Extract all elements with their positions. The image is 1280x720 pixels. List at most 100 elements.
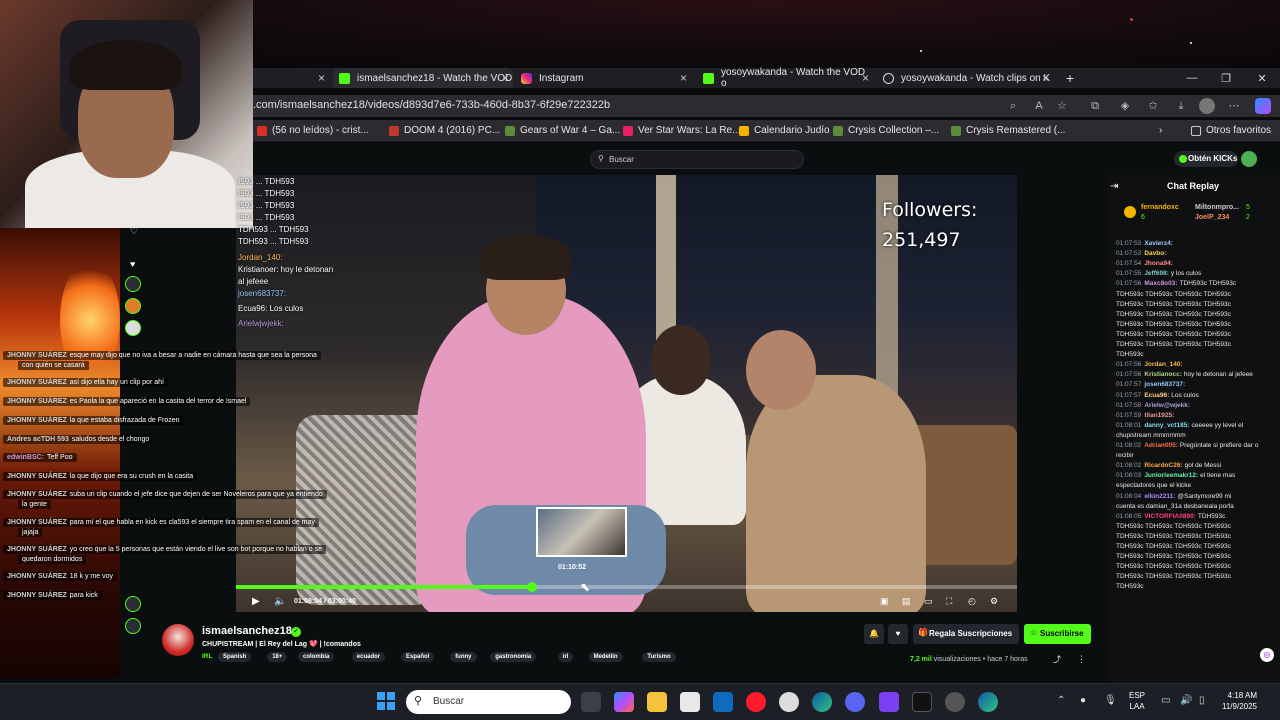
stream-tag[interactable]: irl: [557, 652, 574, 662]
play-icon[interactable]: ▶: [252, 596, 260, 607]
tab-yosoywakanda-clips[interactable]: yosoywakanda - Watch clips on K ×: [877, 68, 1053, 88]
stream-tag[interactable]: funny: [450, 652, 477, 662]
copilot-icon[interactable]: [1255, 98, 1271, 114]
user-avatar[interactable]: [1241, 151, 1257, 167]
channel-avatar[interactable]: [125, 320, 141, 336]
notification-bell-button[interactable]: 🔔: [864, 624, 884, 644]
speed-icon[interactable]: ◴: [968, 596, 976, 607]
bookmark-item[interactable]: Calendario Judío: [739, 125, 830, 136]
heart-icon[interactable]: ♥: [130, 259, 135, 269]
stream-category[interactable]: IRL: [202, 653, 212, 660]
leaderboard-user[interactable]: fernandoxc: [1141, 204, 1179, 211]
chat-emote-icon[interactable]: ◎: [1260, 648, 1274, 662]
chat-username[interactable]: Jhona94:: [1144, 260, 1173, 267]
bookmark-item[interactable]: (56 no leídos) - crist...: [257, 125, 369, 136]
store-icon[interactable]: [680, 692, 700, 712]
close-icon[interactable]: ×: [680, 71, 687, 85]
channel-avatar[interactable]: [162, 624, 194, 656]
leaderboard-user[interactable]: Miltonmpro...: [1195, 204, 1239, 211]
chat-username[interactable]: Jordan_140:: [1144, 361, 1182, 368]
bookmarks-overflow-button[interactable]: ›: [1159, 125, 1162, 136]
chat-username[interactable]: Arielw@wjekk:: [1144, 402, 1190, 409]
stream-tag[interactable]: colombia: [298, 652, 335, 662]
tab-instagram[interactable]: Instagram ×: [515, 68, 691, 88]
volume-icon[interactable]: 🔊: [1180, 695, 1192, 706]
collapse-chat-icon[interactable]: ⇥: [1110, 181, 1118, 192]
outlook-icon[interactable]: [713, 692, 733, 712]
network-icon[interactable]: ▭: [1161, 695, 1170, 706]
bookmark-item[interactable]: Crysis Collection –...: [833, 125, 939, 136]
chat-username[interactable]: danny_vct185:: [1144, 422, 1189, 429]
extensions-icon[interactable]: ⧉: [1087, 98, 1103, 114]
profile-avatar[interactable]: [1199, 98, 1215, 114]
discord-icon[interactable]: [845, 692, 865, 712]
stream-tag[interactable]: Español: [401, 652, 435, 662]
share-icon[interactable]: ⤴: [1053, 654, 1061, 665]
opera-icon[interactable]: [746, 692, 766, 712]
volume-icon[interactable]: 🔈: [274, 596, 286, 607]
follow-heart-button[interactable]: ♥: [888, 624, 908, 644]
close-icon[interactable]: ×: [862, 71, 869, 85]
bookmark-item[interactable]: Gears of War 4 – Ga...: [505, 125, 620, 136]
fullscreen-icon[interactable]: ⛶: [946, 596, 952, 607]
chat-username[interactable]: RicardoC26:: [1144, 462, 1182, 469]
media-app-icon[interactable]: [879, 692, 899, 712]
close-icon[interactable]: ×: [318, 71, 325, 85]
channel-avatar[interactable]: [125, 276, 141, 292]
chat-username[interactable]: elkin2211:: [1144, 493, 1175, 500]
favorite-star-icon[interactable]: ☆: [1054, 98, 1070, 114]
bookmark-item[interactable]: DOOM 4 (2016) PC...: [389, 125, 500, 136]
tray-app-icon[interactable]: ●: [1080, 695, 1086, 706]
settings-gear-icon[interactable]: [945, 692, 965, 712]
taskbar-clock[interactable]: 4:18 AM 11/9/2025: [1222, 690, 1257, 712]
clip-icon[interactable]: ▤: [902, 596, 911, 607]
close-icon[interactable]: ×: [502, 71, 509, 85]
battery-icon[interactable]: ▯: [1199, 695, 1205, 706]
chat-username[interactable]: tilan1925:: [1144, 412, 1174, 419]
chrome-icon[interactable]: [779, 692, 799, 712]
stream-tag[interactable]: Turismo: [642, 652, 676, 662]
zoom-icon[interactable]: ⌕: [1005, 98, 1021, 114]
stream-tag[interactable]: Medellín: [588, 652, 623, 662]
chat-username[interactable]: VICTORFIA0890:: [1144, 513, 1196, 520]
chevron-up-icon[interactable]: ⌃: [1057, 695, 1065, 706]
shield-icon[interactable]: ◈: [1117, 98, 1133, 114]
file-explorer-icon[interactable]: [647, 692, 667, 712]
capcut-icon[interactable]: [912, 692, 932, 712]
favorites-icon[interactable]: ✩: [1145, 98, 1161, 114]
settings-gear-icon[interactable]: ⚙: [990, 596, 998, 607]
close-icon[interactable]: ×: [1042, 71, 1049, 85]
theater-icon[interactable]: ▭: [924, 596, 933, 607]
tab-ismaelsanchez18[interactable]: ismaelsanchez18 - Watch the VOD ×: [333, 68, 513, 88]
copilot-icon[interactable]: [614, 692, 634, 712]
chat-username[interactable]: Xavierz4:: [1144, 240, 1173, 247]
more-options-icon[interactable]: ⋮: [1077, 654, 1086, 665]
bookmark-item[interactable]: Crysis Remastered (...: [951, 125, 1065, 136]
minimize-button[interactable]: —: [1175, 68, 1209, 88]
channel-name[interactable]: ismaelsanchez18: [202, 625, 292, 637]
edge-icon[interactable]: [812, 692, 832, 712]
tab-previous[interactable]: ×: [253, 68, 329, 88]
more-menu-icon[interactable]: ⋯: [1226, 98, 1242, 114]
windows-start-button[interactable]: [377, 692, 395, 710]
stream-tag[interactable]: Spanish: [218, 652, 252, 662]
stream-tag[interactable]: ecuador: [351, 652, 386, 662]
tab-yosoywakanda-vod[interactable]: yosoywakanda - Watch the VOD o ×: [697, 67, 873, 89]
kick-search-input[interactable]: Buscar: [590, 150, 804, 169]
stream-tag[interactable]: gastronomía: [490, 652, 537, 662]
input-language[interactable]: ESP LAA: [1129, 690, 1145, 712]
read-aloud-icon[interactable]: A: [1031, 98, 1047, 114]
edge-dev-icon[interactable]: [978, 692, 998, 712]
chat-username[interactable]: Davbo:: [1144, 250, 1166, 257]
chat-username[interactable]: Adrian005:: [1144, 442, 1178, 449]
chat-username[interactable]: Kristianocc:: [1144, 371, 1182, 378]
address-bar[interactable]: .com/ismaelsanchez18/videos/d893d7e6-733…: [253, 95, 1280, 117]
close-window-button[interactable]: ✕: [1245, 68, 1279, 88]
bookmark-item[interactable]: Ver Star Wars: La Re...: [623, 125, 740, 136]
chat-username[interactable]: Jeff698:: [1144, 270, 1169, 277]
downloads-icon[interactable]: ⤓: [1173, 98, 1189, 114]
miniplayer-icon[interactable]: ▣: [880, 596, 889, 607]
restore-button[interactable]: ❐: [1209, 68, 1243, 88]
leaderboard-user[interactable]: JoelP_234: [1195, 214, 1229, 221]
channel-avatar[interactable]: [125, 298, 141, 314]
